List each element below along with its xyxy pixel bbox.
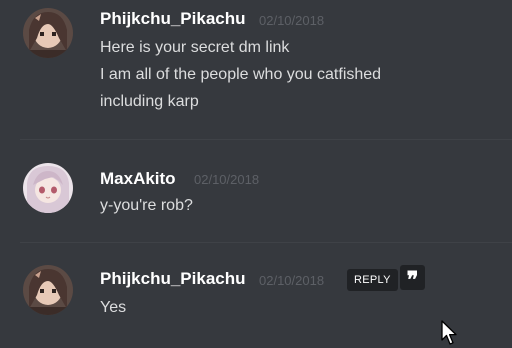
username[interactable]: MaxAkito <box>100 169 176 189</box>
mouse-cursor-icon <box>441 320 457 345</box>
message-group: MaxAkito 02/10/2018 y-you're rob? <box>0 140 512 240</box>
username[interactable]: Phijkchu_Pikachu <box>100 269 246 289</box>
avatar[interactable] <box>23 163 73 213</box>
message-text: including karp <box>100 93 199 110</box>
avatar[interactable] <box>23 8 73 58</box>
message-text: Yes <box>100 299 127 316</box>
message-text: I am all of the people who you catfished <box>100 66 382 83</box>
timestamp: 02/10/2018 <box>259 273 325 288</box>
message-group: Phijkchu_Pikachu 02/10/2018 Yes <box>0 243 512 348</box>
avatar[interactable] <box>23 265 73 315</box>
timestamp: 02/10/2018 <box>194 172 260 187</box>
message-text: y-you're rob? <box>100 197 193 214</box>
username[interactable]: Phijkchu_Pikachu <box>100 9 246 29</box>
reply-button[interactable]: REPLY <box>347 269 398 291</box>
timestamp: 02/10/2018 <box>259 13 325 28</box>
quote-icon[interactable]: ❞ <box>400 265 425 293</box>
message-group: Phijkchu_Pikachu 02/10/2018 Here is your… <box>0 0 512 140</box>
message-text: Here is your secret dm link <box>100 39 290 56</box>
